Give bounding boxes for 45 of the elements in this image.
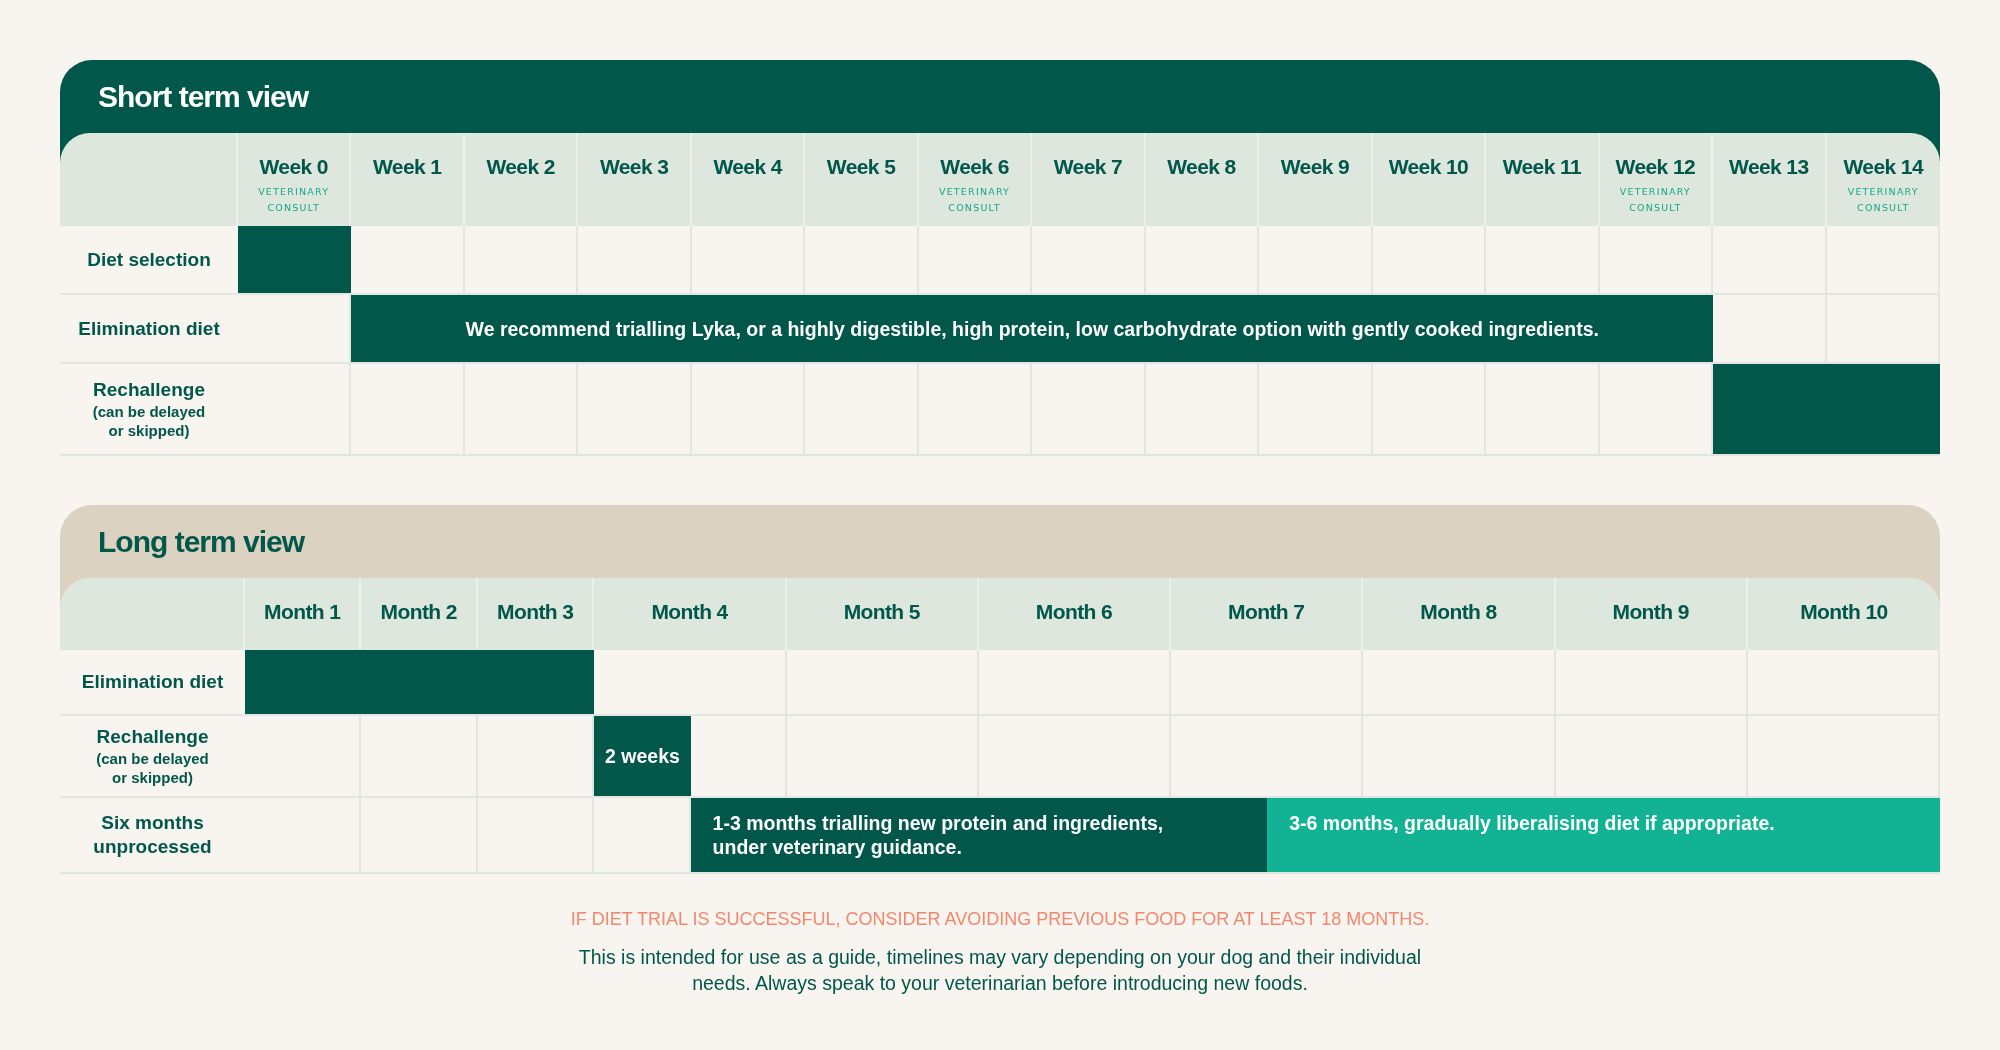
column-label: Week 14 — [1843, 154, 1923, 180]
column-note: VETERINARY CONSULT — [1846, 185, 1920, 215]
row-label: Elimination diet — [78, 316, 220, 341]
row-note: (can be delayed or skipped) — [91, 402, 207, 440]
column-label: Week 3 — [599, 154, 669, 180]
column-label: Month 7 — [1228, 599, 1305, 625]
column-label: Week 11 — [1502, 154, 1581, 180]
column-label: Week 8 — [1167, 154, 1236, 180]
column-label: Month 1 — [264, 599, 341, 625]
column-label: Month 10 — [1800, 599, 1888, 625]
column-label: Week 7 — [1053, 154, 1123, 180]
panel-title: Short term view — [97, 79, 309, 115]
column-note: VETERINARY CONSULT — [257, 185, 331, 215]
column-label: Week 10 — [1388, 154, 1469, 180]
column-label: Week 0 — [259, 154, 328, 180]
column-label: Week 12 — [1615, 154, 1696, 180]
row-label: Diet selection — [87, 247, 211, 272]
column-label: Week 4 — [713, 154, 782, 180]
column-label: Week 9 — [1280, 154, 1350, 180]
column-label: Month 9 — [1612, 599, 1689, 625]
row-note: (can be delayed or skipped) — [95, 749, 210, 787]
column-label: Week 2 — [486, 154, 555, 180]
column-label: Month 3 — [497, 599, 574, 625]
row-label: Rechallenge — [96, 725, 209, 749]
column-note: VETERINARY CONSULT — [1618, 185, 1692, 215]
row-label: Rechallenge — [93, 378, 205, 402]
disclaimer-text: This is intended for use as a guide, timelines may vary depending on your dog and their individual needs. Always speak to your veterinarian before introducing new foods. — [577, 945, 1423, 996]
column-label: Week 5 — [826, 154, 896, 180]
bar-text: We recommend trialling Lyka, or a highly digestible, high protein, low carbohydrate option with gently cooked ingredients. — [465, 316, 1599, 341]
panel-title: Long term view — [97, 524, 305, 560]
row-label: Six months unprocessed — [92, 811, 213, 859]
row-label: Elimination diet — [81, 670, 224, 694]
bar-text: 1-3 months trialling new protein and ingredients, under veterinary guidance. — [712, 811, 1165, 859]
column-label: Month 4 — [651, 599, 728, 625]
column-label: Month 6 — [1035, 599, 1113, 625]
bar-text: 2 weeks — [605, 744, 680, 768]
column-label: Week 6 — [940, 154, 1009, 180]
bar-text: 3-6 months, gradually liberalising diet if appropriate. — [1289, 811, 1775, 835]
column-label: Month 2 — [380, 599, 457, 625]
column-note: VETERINARY CONSULT — [937, 185, 1012, 215]
column-label: Week 13 — [1729, 154, 1809, 180]
column-label: Week 1 — [373, 154, 442, 180]
highlight-note: IF DIET TRIAL IS SUCCESSFUL, CONSIDER AVOIDING PREVIOUS FOOD FOR AT LEAST 18 MONTHS. — [569, 908, 1431, 930]
column-label: Month 5 — [843, 599, 920, 625]
column-label: Month 8 — [1420, 599, 1497, 625]
